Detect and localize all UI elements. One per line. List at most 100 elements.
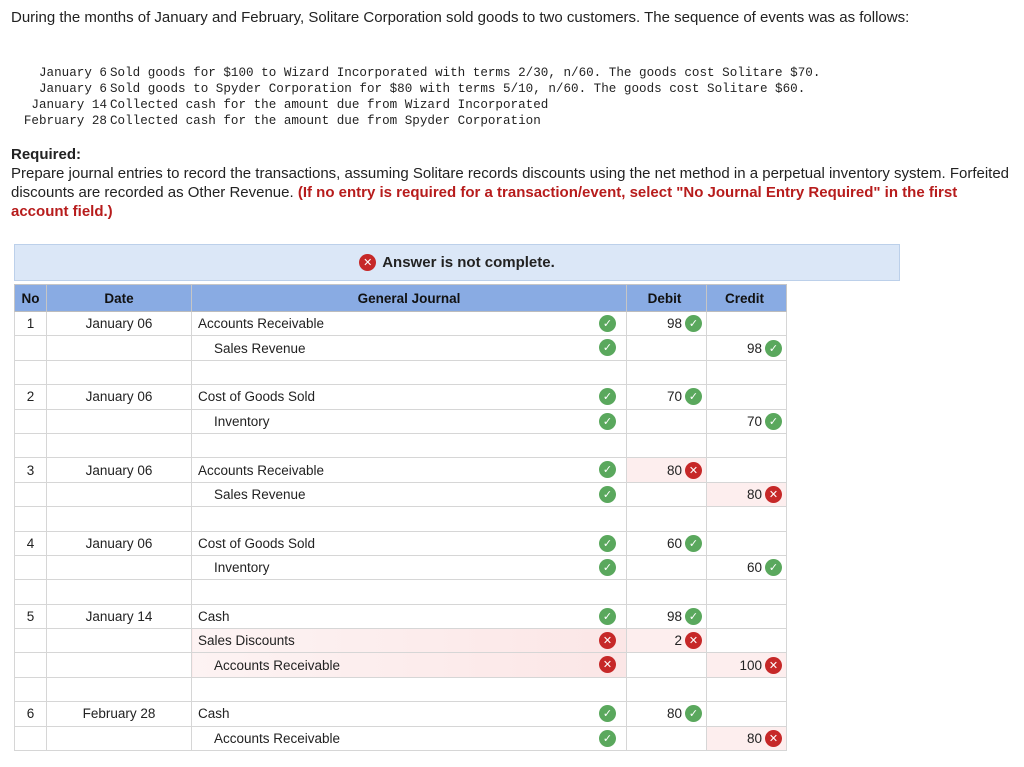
- credit-field[interactable]: 100 ✕: [706, 652, 787, 678]
- entry-date[interactable]: January 14: [46, 603, 192, 630]
- journal-row: 4 January 06 Cost of Goods Sold ✓ 60 ✓: [14, 530, 787, 556]
- account-field[interactable]: Accounts Receivable ✓: [191, 310, 627, 337]
- empty-cell: [626, 506, 707, 532]
- x-circle-icon: ✕: [599, 632, 616, 650]
- debit-field-value: 98: [666, 316, 682, 332]
- account-field[interactable]: Inventory ✓: [191, 408, 627, 434]
- entry-date[interactable]: [46, 481, 192, 508]
- debit-field-value: 70: [666, 389, 682, 405]
- credit-field-value: 100: [739, 657, 762, 673]
- debit-field-value: 60: [666, 535, 682, 551]
- required-title: Required:: [11, 146, 82, 163]
- empty-cell: [706, 433, 787, 459]
- debit-field-value: 2: [674, 633, 682, 649]
- event-text: Sold goods for $100 to Wizard Incorporat…: [110, 66, 821, 80]
- credit-field-value: 80: [746, 730, 762, 746]
- problem-intro: During the months of January and Februar…: [11, 9, 910, 26]
- journal-row: Sales Revenue ✓ 80 ✕: [14, 481, 787, 508]
- debit-field[interactable]: 70 ✓: [626, 384, 707, 410]
- entry-date[interactable]: [46, 408, 192, 434]
- empty-cell: [191, 579, 627, 605]
- credit-field[interactable]: 70 ✓: [706, 408, 787, 434]
- empty-cell: [626, 579, 707, 605]
- credit-field[interactable]: 80 ✕: [706, 481, 787, 508]
- credit-field[interactable]: [706, 457, 787, 483]
- entry-date[interactable]: [46, 554, 192, 581]
- credit-field[interactable]: 98 ✓: [706, 335, 787, 361]
- event-date: January 6: [38, 82, 107, 96]
- account-field[interactable]: Sales Revenue ✓: [191, 335, 627, 361]
- empty-cell: [706, 677, 787, 703]
- credit-field[interactable]: [706, 628, 787, 654]
- journal-row: 2 January 06 Cost of Goods Sold ✓ 70 ✓: [14, 384, 787, 410]
- empty-cell: [626, 433, 707, 459]
- event-list: January 6 Sold goods for $100 to Wizard I…: [10, 65, 821, 129]
- credit-field[interactable]: [706, 384, 787, 410]
- empty-cell: [191, 677, 627, 703]
- account-field[interactable]: Accounts Receivable ✓: [191, 457, 627, 483]
- entry-date[interactable]: [46, 725, 192, 752]
- event-date: January 6: [38, 66, 107, 80]
- entry-date[interactable]: [46, 628, 192, 654]
- debit-field[interactable]: 80 ✕: [626, 457, 707, 483]
- debit-field[interactable]: [626, 725, 707, 752]
- credit-field[interactable]: [706, 603, 787, 630]
- entry-date[interactable]: [46, 335, 192, 361]
- event-text: Collected cash for the amount due from S…: [110, 114, 541, 128]
- journal-row: Accounts Receivable ✓ 80 ✕: [14, 725, 787, 752]
- entry-number: [14, 628, 47, 654]
- entry-number: [14, 725, 47, 752]
- check-circle-icon: ✓: [599, 705, 616, 723]
- account-field[interactable]: Inventory ✓: [191, 554, 627, 581]
- empty-cell: [46, 579, 192, 605]
- account-field[interactable]: Cost of Goods Sold ✓: [191, 530, 627, 556]
- credit-field[interactable]: 80 ✕: [706, 725, 787, 752]
- header-general-journal: General Journal: [191, 284, 627, 312]
- entry-date[interactable]: January 06: [46, 310, 192, 337]
- empty-cell: [191, 433, 627, 459]
- account-field[interactable]: Cost of Goods Sold ✓: [191, 384, 627, 410]
- entry-date[interactable]: February 28: [46, 701, 192, 727]
- empty-cell: [626, 360, 707, 386]
- debit-field[interactable]: 2 ✕: [626, 628, 707, 654]
- empty-cell: [14, 677, 47, 703]
- account-field[interactable]: Cash ✓: [191, 701, 627, 727]
- empty-cell: [191, 506, 627, 532]
- entry-date[interactable]: January 06: [46, 384, 192, 410]
- empty-cell: [14, 579, 47, 605]
- empty-cell: [191, 360, 627, 386]
- x-circle-icon: ✕: [685, 461, 702, 479]
- event-row: February 28 Collected cash for the amount…: [10, 113, 820, 129]
- journal-row: 1 January 06 Accounts Receivable ✓ 98 ✓: [14, 310, 787, 337]
- debit-field[interactable]: [626, 554, 707, 581]
- check-circle-icon: ✓: [599, 339, 616, 357]
- debit-field[interactable]: 98 ✓: [626, 310, 707, 337]
- entry-date[interactable]: January 06: [46, 530, 192, 556]
- account-field[interactable]: Accounts Receivable ✓: [191, 725, 627, 752]
- header-no: No: [14, 284, 47, 312]
- account-field[interactable]: Sales Discounts ✕: [191, 628, 627, 654]
- check-circle-icon: ✓: [599, 729, 616, 747]
- credit-field[interactable]: [706, 310, 787, 337]
- debit-field[interactable]: [626, 408, 707, 434]
- event-text: Collected cash for the amount due from W…: [110, 98, 549, 112]
- entry-date[interactable]: [46, 652, 192, 678]
- credit-field[interactable]: 60 ✓: [706, 554, 787, 581]
- entry-date[interactable]: January 06: [46, 457, 192, 483]
- journal-spacer-row: [14, 506, 787, 532]
- account-field[interactable]: Accounts Receivable ✕: [191, 652, 627, 678]
- debit-field[interactable]: 60 ✓: [626, 530, 707, 556]
- account-field[interactable]: Cash ✓: [191, 603, 627, 630]
- debit-field[interactable]: 80 ✓: [626, 701, 707, 727]
- account-name: Sales Revenue: [214, 486, 306, 502]
- debit-field[interactable]: [626, 481, 707, 508]
- credit-field[interactable]: [706, 530, 787, 556]
- debit-field[interactable]: 98 ✓: [626, 603, 707, 630]
- credit-field[interactable]: [706, 701, 787, 727]
- journal-row: Inventory ✓ 60 ✓: [14, 554, 787, 581]
- debit-field[interactable]: [626, 652, 707, 678]
- debit-field[interactable]: [626, 335, 707, 361]
- check-circle-icon: ✓: [599, 315, 616, 332]
- debit-field-value: 80: [666, 706, 682, 722]
- account-field[interactable]: Sales Revenue ✓: [191, 481, 627, 508]
